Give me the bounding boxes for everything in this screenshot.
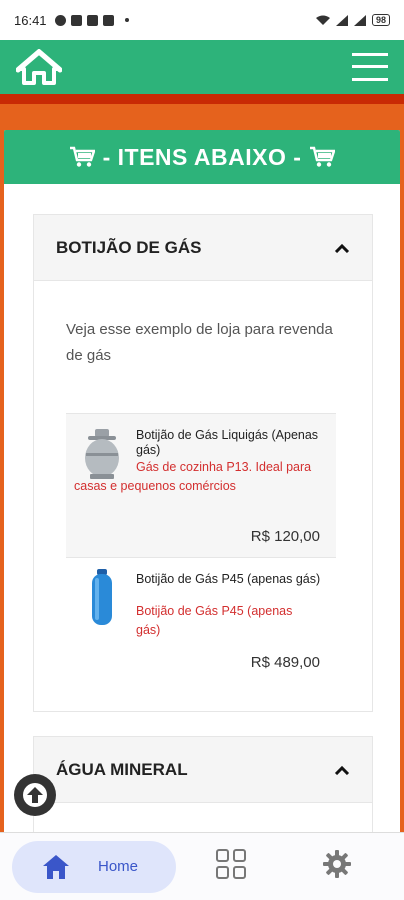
youtube-icon — [86, 14, 98, 26]
blue-gas-cylinder-icon — [74, 569, 130, 626]
card-header: - ITENS ABAIXO - — [4, 130, 400, 184]
grid-icon — [216, 849, 246, 879]
house-icon — [16, 49, 62, 85]
signal-icon — [353, 14, 366, 26]
more-dot-icon — [124, 18, 129, 22]
app-bar — [0, 40, 404, 98]
nav-home-label: Home — [98, 858, 139, 875]
battery-icon: 98 — [371, 14, 390, 26]
nav-grid-tab[interactable] — [216, 849, 246, 884]
status-bar: 16:41 98 — [0, 0, 404, 40]
product-name: Botijão de Gás P45 (apenas gás) — [136, 572, 321, 586]
notification-icon — [102, 14, 114, 26]
home-button[interactable] — [16, 49, 62, 85]
product-price: R$ 120,00 — [250, 528, 320, 545]
nav-settings-tab[interactable] — [322, 849, 352, 884]
product-item[interactable]: Botijão de Gás P45 (apenas gás) Botijão … — [66, 557, 336, 687]
scroll-to-top-button[interactable] — [14, 774, 56, 816]
status-right: 98 — [315, 14, 390, 26]
product-description: Botijão de Gás P45 (apenas gás) — [136, 604, 293, 637]
accordion-body: Veja esse exemplo de loja para revenda d… — [34, 281, 372, 687]
accordion-header-agua[interactable]: ÁGUA MINERAL — [34, 737, 372, 803]
chevron-up-icon[interactable] — [334, 243, 350, 253]
product-name: Botijão de Gás Liquigás (Apenas gás) — [136, 428, 319, 457]
menu-button[interactable] — [352, 53, 388, 81]
signal-icon — [335, 14, 348, 26]
accordion-header-botijao[interactable]: BOTIJÃO DE GÁS — [34, 215, 372, 281]
status-time: 16:41 — [14, 12, 47, 28]
card-title: - ITENS ABAIXO - — [102, 143, 302, 170]
section-description: Veja esse exemplo de loja para revenda d… — [66, 321, 333, 364]
notification-icons — [54, 14, 129, 26]
chevron-up-icon[interactable] — [334, 765, 350, 775]
gear-icon — [323, 850, 351, 878]
cart-icon — [310, 146, 336, 167]
home-icon — [43, 854, 69, 879]
header-strip — [0, 98, 404, 104]
wifi-icon — [315, 15, 330, 25]
accordion-title: BOTIJÃO DE GÁS — [56, 237, 202, 257]
bottom-navigation: Home — [0, 832, 404, 900]
accordion-botijao: BOTIJÃO DE GÁS Veja esse exemplo de loja… — [33, 214, 373, 712]
notification-icon — [54, 14, 66, 26]
product-item[interactable]: Botijão de Gás Liquigás (Apenas gás) Gás… — [66, 413, 336, 557]
product-description: Gás de cozinha P13. Ideal para casas e p… — [74, 460, 312, 493]
product-price: R$ 489,00 — [250, 654, 320, 671]
arrow-up-icon — [23, 783, 47, 807]
notification-icon — [70, 14, 82, 26]
accordion-title: ÁGUA MINERAL — [56, 759, 188, 779]
items-card: - ITENS ABAIXO - BOTIJÃO DE GÁS Veja ess… — [4, 130, 400, 850]
cart-icon — [69, 146, 95, 167]
hamburger-menu-icon — [352, 53, 388, 81]
nav-home-tab[interactable]: Home — [12, 840, 176, 893]
